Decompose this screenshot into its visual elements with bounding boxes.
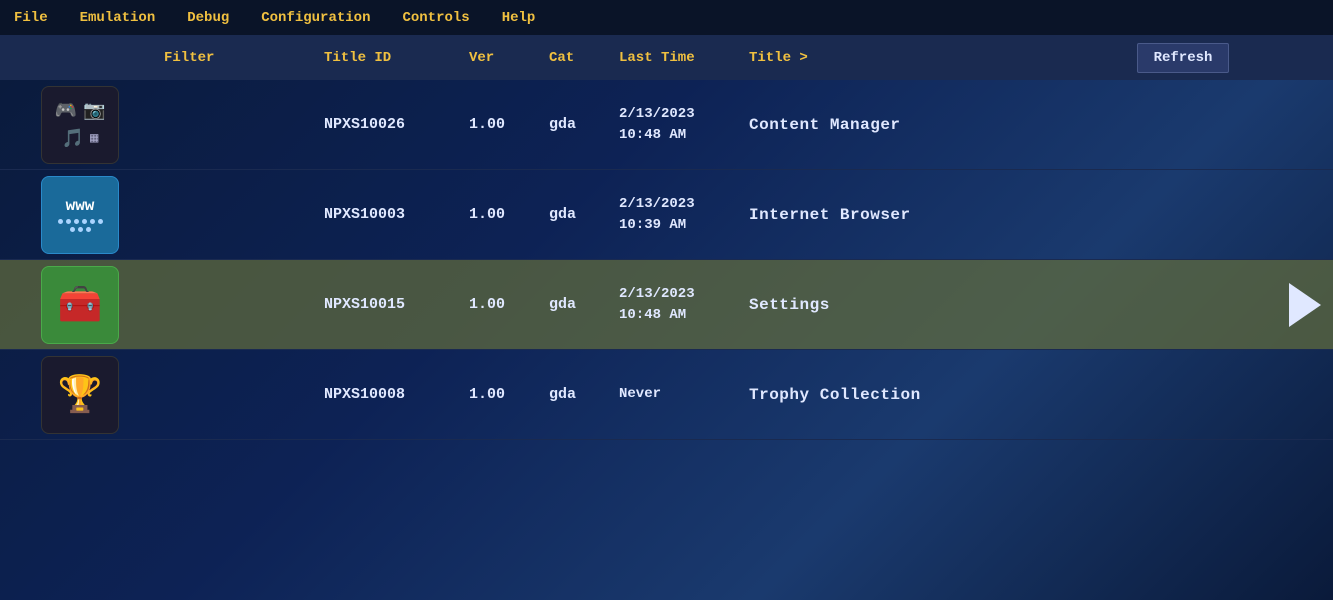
lasttime-line1-ib: 2/13/2023 <box>619 194 741 215</box>
globe-dot <box>78 227 83 232</box>
row-lasttime-trophy: Never <box>615 384 745 405</box>
content-manager-icons: 🎮 📷 🎵 ▦ <box>45 100 115 150</box>
lasttime-line1-cm: 2/13/2023 <box>619 104 741 125</box>
app-icon-trophy: 🏆 <box>41 356 119 434</box>
row-cat-trophy: gda <box>545 386 615 403</box>
globe-dot <box>58 219 63 224</box>
table-row[interactable]: 🧰 NPXS10015 1.00 gda 2/13/2023 10:48 AM … <box>0 260 1333 350</box>
gamepad-icon: 🎮 <box>55 100 77 122</box>
header-ver: Ver <box>465 50 545 66</box>
grid-icon: ▦ <box>90 130 98 147</box>
music-icon: 🎵 <box>62 128 84 150</box>
row-title-ib: Internet Browser <box>745 206 1113 224</box>
header-filter: Filter <box>160 50 320 66</box>
camera-icon: 📷 <box>83 100 105 122</box>
refresh-button[interactable]: Refresh <box>1137 43 1230 73</box>
row-lasttime-ib: 2/13/2023 10:39 AM <box>615 194 745 236</box>
row-titleid-cm: NPXS10026 <box>320 116 465 133</box>
row-titleid-ib: NPXS10003 <box>320 206 465 223</box>
header-title: Title > <box>745 50 1113 66</box>
row-lasttime-settings: 2/13/2023 10:48 AM <box>615 284 745 326</box>
globe-dot <box>74 219 79 224</box>
header-title-id: Title ID <box>320 50 465 66</box>
row-titleid-settings: NPXS10015 <box>320 296 465 313</box>
row-ver-cm: 1.00 <box>465 116 545 133</box>
table-row[interactable]: www NPXS10003 1.00 gda 2/13/2023 10:3 <box>0 170 1333 260</box>
app-icon-internet-browser: www <box>41 176 119 254</box>
row-ver-settings: 1.00 <box>465 296 545 313</box>
row-title-settings: Settings <box>745 296 1193 314</box>
row-ver-trophy: 1.00 <box>465 386 545 403</box>
menu-debug[interactable]: Debug <box>183 6 233 30</box>
lasttime-line2-settings: 10:48 AM <box>619 305 741 326</box>
table-body: 🎮 📷 🎵 ▦ NPXS10026 1.00 gda 2/13/2023 10:… <box>0 80 1333 440</box>
globe-dot <box>70 227 75 232</box>
row-icon-trophy: 🏆 <box>0 356 160 434</box>
row-titleid-trophy: NPXS10008 <box>320 386 465 403</box>
row-lasttime-cm: 2/13/2023 10:48 AM <box>615 104 745 146</box>
table-row[interactable]: 🏆 NPXS10008 1.00 gda Never Trophy Collec… <box>0 350 1333 440</box>
app-icon-content-manager: 🎮 📷 🎵 ▦ <box>41 86 119 164</box>
row-icon-content-manager: 🎮 📷 🎵 ▦ <box>0 86 160 164</box>
row-cat-ib: gda <box>545 206 615 223</box>
header-cat: Cat <box>545 50 615 66</box>
table-row[interactable]: 🎮 📷 🎵 ▦ NPXS10026 1.00 gda 2/13/2023 10:… <box>0 80 1333 170</box>
row-title-trophy: Trophy Collection <box>745 386 1113 404</box>
globe-dot <box>90 219 95 224</box>
row-cat-settings: gda <box>545 296 615 313</box>
header-refresh-area: Refresh <box>1113 43 1253 73</box>
lasttime-line2-cm: 10:48 AM <box>619 125 741 146</box>
menu-configuration[interactable]: Configuration <box>257 6 374 30</box>
globe-dot <box>66 219 71 224</box>
row-icon-internet-browser: www <box>0 176 160 254</box>
row-title-cm: Content Manager <box>745 116 1113 134</box>
header-last-time: Last Time <box>615 50 745 66</box>
row-cat-cm: gda <box>545 116 615 133</box>
row-icon-settings: 🧰 <box>0 266 160 344</box>
globe-dot <box>86 227 91 232</box>
globe-dot <box>82 219 87 224</box>
play-arrow-icon <box>1289 283 1321 327</box>
menu-emulation[interactable]: Emulation <box>76 6 160 30</box>
lasttime-line1-trophy: Never <box>619 384 741 405</box>
lasttime-line1-settings: 2/13/2023 <box>619 284 741 305</box>
globe-dot <box>98 219 103 224</box>
menu-file[interactable]: File <box>10 6 52 30</box>
trophy-icon: 🏆 <box>58 373 103 417</box>
globe-dots <box>55 219 105 232</box>
menu-help[interactable]: Help <box>498 6 540 30</box>
app-icon-settings: 🧰 <box>41 266 119 344</box>
www-text: www <box>66 197 95 215</box>
table-header: Filter Title ID Ver Cat Last Time Title … <box>0 36 1333 80</box>
menu-controls[interactable]: Controls <box>398 6 473 30</box>
lasttime-line2-ib: 10:39 AM <box>619 215 741 236</box>
menubar: File Emulation Debug Configuration Contr… <box>0 0 1333 36</box>
row-ver-ib: 1.00 <box>465 206 545 223</box>
toolbox-icon: 🧰 <box>58 283 103 327</box>
